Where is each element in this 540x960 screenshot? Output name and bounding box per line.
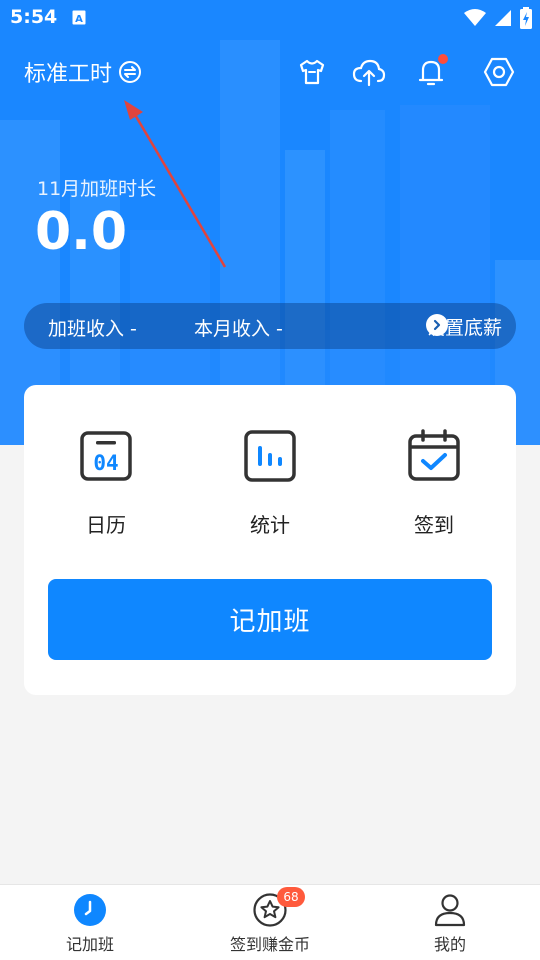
checkin-label: 签到 <box>414 513 454 537</box>
calendar-shortcut[interactable]: 04 日历 <box>46 429 166 538</box>
tab-profile-label: 我的 <box>433 935 466 954</box>
shortcut-card: 04 日历 统计 签到 记加班 <box>24 385 516 695</box>
tshirt-icon <box>299 59 325 85</box>
statistics-label: 统计 <box>250 513 290 537</box>
settings-hexagon-icon <box>483 57 515 87</box>
notification-app-icon: A <box>72 10 86 25</box>
checkin-shortcut[interactable]: 签到 <box>374 429 494 538</box>
svg-text:A: A <box>75 14 83 25</box>
battery-icon <box>520 7 532 29</box>
status-time: 5:54 <box>10 6 58 28</box>
cloud-upload-icon <box>352 59 386 87</box>
statistics-shortcut[interactable]: 统计 <box>210 429 330 538</box>
chevron-right-icon <box>425 314 448 336</box>
tab-record-overtime-label: 记加班 <box>65 935 114 954</box>
cloud-sync-button[interactable] <box>351 54 387 90</box>
wifi-icon <box>464 9 486 26</box>
tab-checkin-coins[interactable]: 68 签到赚金币 <box>200 887 340 955</box>
signal-icon <box>495 10 511 26</box>
coin-count-badge: 68 <box>277 887 305 907</box>
clock-icon <box>74 894 106 926</box>
status-bar: 5:54 A <box>0 0 540 36</box>
tab-checkin-coins-label: 签到赚金币 <box>229 935 310 954</box>
header-actions <box>0 54 540 94</box>
overtime-hours-value: 0.0 <box>35 202 128 262</box>
notifications-button[interactable] <box>413 54 449 90</box>
bottom-tab-bar: 记加班 68 签到赚金币 我的 <box>0 884 540 960</box>
tab-record-overtime[interactable]: 记加班 <box>20 893 160 955</box>
calendar-icon: 04 <box>80 431 132 481</box>
monthly-income: 本月收入 - <box>194 318 283 340</box>
tab-profile[interactable]: 我的 <box>380 893 520 955</box>
notification-badge-dot <box>438 54 448 64</box>
record-overtime-button[interactable]: 记加班 <box>48 579 492 660</box>
skin-button[interactable] <box>294 54 330 90</box>
settings-button[interactable] <box>481 54 517 90</box>
overtime-hours-label: 11月加班时长 <box>37 178 157 200</box>
set-base-salary-button[interactable]: 设置底薪 <box>425 303 502 349</box>
income-bar: 加班收入 - 本月收入 - 设置底薪 <box>24 303 516 349</box>
checkin-icon <box>408 429 460 481</box>
calendar-day: 04 <box>93 451 118 475</box>
calendar-label: 日历 <box>86 513 126 537</box>
statistics-icon <box>244 430 296 482</box>
status-indicators <box>464 6 532 30</box>
overtime-income: 加班收入 - <box>48 318 137 340</box>
person-icon <box>434 894 466 927</box>
